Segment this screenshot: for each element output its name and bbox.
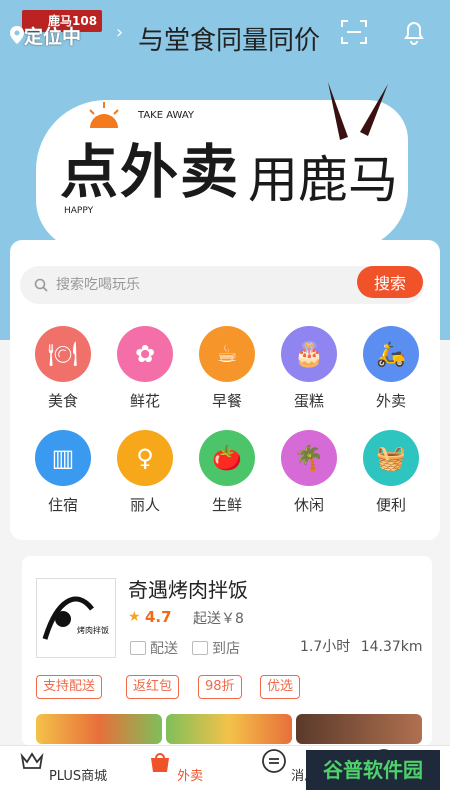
store-tag: 返红包: [126, 675, 180, 699]
category-item[interactable]: ▥ 住宿: [28, 430, 98, 515]
service-delivery: 配送: [130, 638, 178, 658]
leisure-palm-icon: 🌴: [281, 430, 337, 486]
category-label: 丽人: [129, 496, 160, 514]
category-item[interactable]: 🎂 蛋糕: [274, 326, 344, 411]
store-tag: 优选: [260, 675, 301, 699]
delivery-distance: 14.37km: [360, 639, 423, 655]
takeout-bag-icon: [150, 753, 169, 772]
dish-photo[interactable]: [36, 714, 162, 744]
delivery-scooter-icon: 🛵: [363, 326, 419, 382]
food-dome-icon-glyph: 🍽: [47, 340, 79, 368]
category-label: 蛋糕: [293, 392, 324, 410]
category-label: 美食: [47, 392, 78, 410]
dish-photo[interactable]: [296, 714, 422, 744]
category-label: 生鲜: [211, 496, 242, 514]
category-label: 休闲: [293, 496, 324, 514]
service-delivery-label: 配送: [150, 641, 178, 657]
store-logo-text: 烤肉拌饭: [77, 626, 109, 635]
banner-sub-text: 用鹿马: [248, 151, 398, 209]
location-label[interactable]: 定位中: [24, 22, 81, 49]
fresh-produce-icon: 🍅: [199, 430, 255, 486]
delivery-info: 1.7小时 14.37km: [300, 636, 423, 656]
delivery-time: 1.7小时: [300, 639, 351, 655]
banner-take-away: TAKE AWAY: [138, 110, 195, 121]
store-logo[interactable]: 烤肉拌饭: [36, 578, 116, 658]
nav-label: PLUS商城: [48, 769, 108, 784]
flower-icon: ✿: [117, 326, 173, 382]
search-icon: [34, 278, 48, 292]
basket-icon: 🧺: [363, 430, 419, 486]
category-label: 早餐: [211, 392, 242, 410]
nav-takeout[interactable]: 外卖: [130, 748, 220, 784]
basket-icon-glyph: 🧺: [376, 444, 406, 472]
chevron-right-icon[interactable]: ›: [116, 22, 123, 43]
dish-photo[interactable]: [166, 714, 292, 744]
breakfast-icon: ☕: [199, 326, 255, 382]
delivery-icon: [130, 641, 146, 655]
category-label: 便利: [375, 496, 406, 514]
category-item[interactable]: 🍽 美食: [28, 326, 98, 411]
delivery-scooter-icon-glyph: 🛵: [376, 340, 406, 368]
crown-icon: [20, 752, 44, 769]
star-icon: ★: [128, 609, 141, 625]
fresh-produce-icon-glyph: 🍅: [212, 444, 242, 472]
category-item[interactable]: ♀ 丽人: [110, 430, 180, 515]
hotel-icon: ▥: [35, 430, 91, 486]
category-item[interactable]: ☕ 早餐: [192, 326, 262, 411]
watermark: 谷普软件园: [306, 750, 440, 790]
top-bar: 鹿马108 定位中 › 与堂食同量同价: [0, 0, 450, 72]
min-order: 起送￥8: [193, 611, 244, 627]
search-input[interactable]: [56, 275, 336, 295]
service-dine-in: 到店: [192, 638, 240, 658]
hotel-icon-glyph: ▥: [51, 444, 75, 472]
breakfast-icon-glyph: ☕: [216, 340, 238, 368]
category-item[interactable]: 🛵 外卖: [356, 326, 426, 411]
category-label: 鲜花: [129, 392, 160, 410]
cake-icon: 🎂: [281, 326, 337, 382]
scan-icon[interactable]: [340, 18, 368, 46]
category-label: 住宿: [47, 496, 78, 514]
category-label: 外卖: [375, 392, 406, 410]
category-item[interactable]: 🍅 生鲜: [192, 430, 262, 515]
header-slogan: 与堂食同量同价: [138, 26, 321, 56]
flower-icon-glyph: ✿: [134, 340, 156, 368]
store-rating: 4.7: [145, 608, 172, 626]
store-tag: 支持配送: [36, 675, 103, 699]
store-name[interactable]: 奇遇烤肉拌饭: [128, 574, 248, 603]
category-item[interactable]: ✿ 鲜花: [110, 326, 180, 411]
store-icon: [192, 641, 208, 655]
banner-main-text: 点外卖: [60, 138, 241, 206]
beauty-icon-glyph: ♀: [136, 444, 154, 472]
location-pin-icon: [10, 26, 24, 44]
nav-plus-mall[interactable]: PLUS商城: [18, 748, 108, 784]
leisure-palm-icon-glyph: 🌴: [294, 444, 324, 472]
deer-ears-icon: [328, 82, 388, 140]
cake-icon-glyph: 🎂: [294, 340, 324, 368]
category-item[interactable]: 🌴 休闲: [274, 430, 344, 515]
food-dome-icon: 🍽: [35, 326, 91, 382]
service-dine-in-label: 到店: [212, 641, 240, 657]
search-button[interactable]: 搜索: [357, 266, 423, 298]
nav-label: 外卖: [177, 769, 204, 784]
beauty-icon: ♀: [117, 430, 173, 486]
bell-icon[interactable]: [400, 18, 428, 46]
store-logo-art: [42, 596, 94, 640]
message-icon: [262, 749, 286, 773]
category-item[interactable]: 🧺 便利: [356, 430, 426, 515]
store-tag: 98折: [198, 675, 242, 699]
